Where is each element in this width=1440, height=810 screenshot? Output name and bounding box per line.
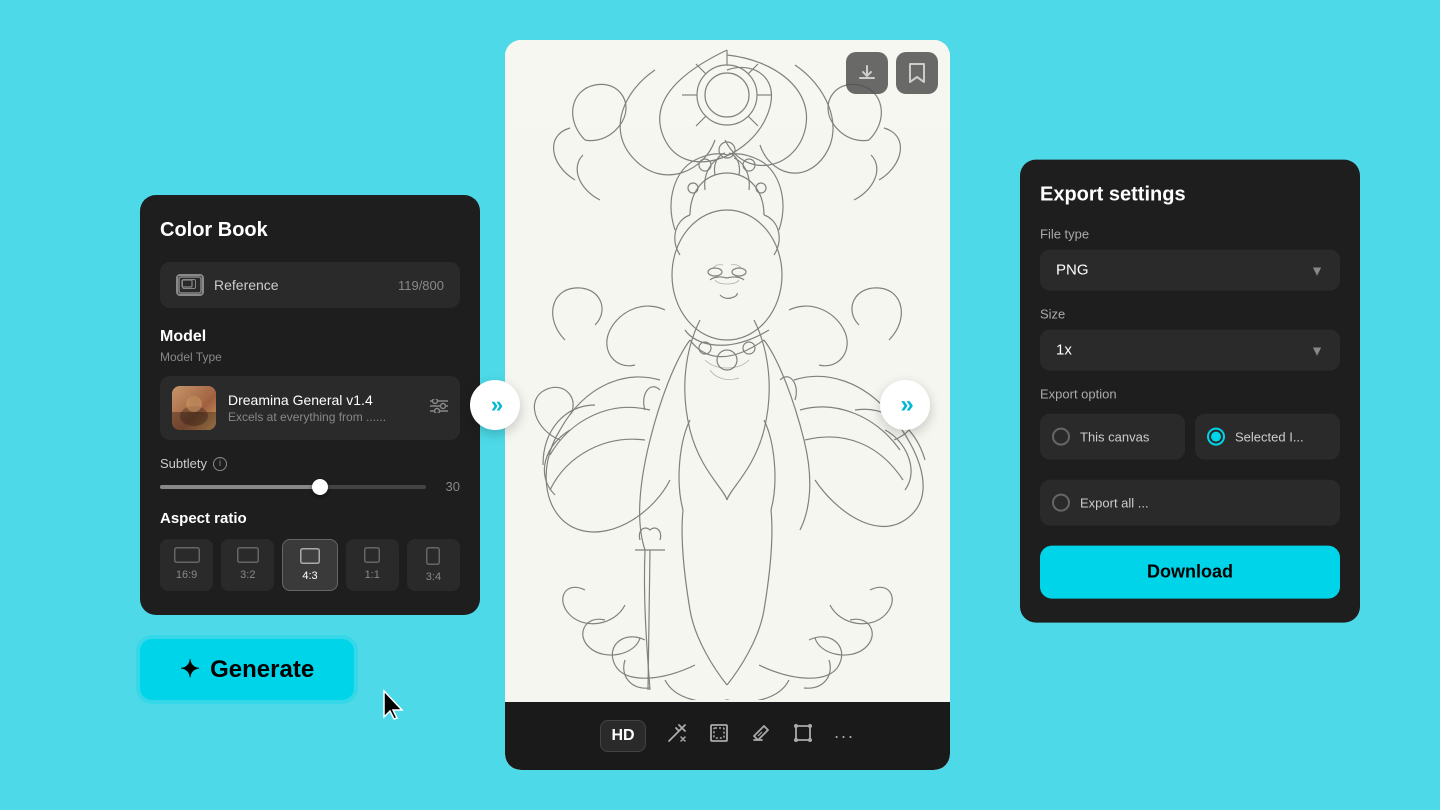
bookmark-top-btn[interactable] — [896, 52, 938, 94]
subtlety-slider[interactable]: 30 — [160, 479, 460, 494]
generate-label: Generate — [210, 656, 314, 684]
export-option-label: Export option — [1040, 387, 1340, 402]
wand-icon[interactable] — [666, 722, 688, 750]
model-row[interactable]: Dreamina General v1.4 Excels at everythi… — [160, 376, 460, 440]
right-arrow-icon: » — [900, 391, 909, 419]
canvas-top-bar — [846, 52, 938, 94]
model-info: Dreamina General v1.4 Excels at everythi… — [228, 392, 418, 424]
aspect-btn-3-4[interactable]: 3:4 — [407, 539, 460, 591]
export-option-all[interactable]: Export all ... — [1040, 480, 1340, 526]
radio-all[interactable] — [1052, 494, 1070, 512]
model-name: Dreamina General v1.4 — [228, 392, 418, 408]
generate-icon: ✦ — [180, 655, 200, 684]
size-label: Size — [1040, 307, 1340, 322]
hd-button[interactable]: HD — [600, 720, 645, 752]
subtlety-label: Subtlety i — [160, 456, 460, 471]
export-title: Export settings — [1040, 184, 1340, 207]
model-thumbnail — [172, 386, 216, 430]
option-label-all: Export all ... — [1080, 495, 1149, 510]
size-select[interactable]: 1x ▼ — [1040, 330, 1340, 371]
download-top-btn[interactable] — [846, 52, 888, 94]
aspect-label-16-9: 16:9 — [176, 569, 197, 581]
cursor-icon — [380, 689, 408, 730]
file-type-select[interactable]: PNG ▼ — [1040, 250, 1340, 291]
download-button[interactable]: Download — [1040, 546, 1340, 599]
aspect-btn-3-2[interactable]: 3:2 — [221, 539, 274, 591]
info-icon: i — [213, 457, 227, 471]
model-desc: Excels at everything from ...... — [228, 410, 418, 424]
left-arrow-button[interactable]: » — [470, 380, 520, 430]
reference-left: Reference — [176, 274, 279, 296]
radio-dot-selected — [1211, 432, 1221, 442]
slider-track[interactable] — [160, 485, 426, 489]
left-arrow-icon: » — [491, 392, 499, 418]
model-section-label: Model — [160, 328, 460, 346]
slider-thumb[interactable] — [312, 479, 328, 495]
canvas-artwork — [505, 40, 950, 700]
aspect-ratio-label: Aspect ratio — [160, 510, 460, 527]
radio-this-canvas[interactable] — [1052, 428, 1070, 446]
crop-icon[interactable] — [708, 722, 730, 750]
aspect-label-3-2: 3:2 — [240, 569, 255, 581]
subtlety-row: Subtlety i 30 — [160, 456, 460, 494]
main-container: Color Book Reference 119/800 Model Model… — [0, 0, 1440, 810]
canvas-image — [505, 40, 950, 700]
export-options-grid: This canvas Selected I... — [1040, 414, 1340, 460]
aspect-label-4-3: 4:3 — [302, 570, 317, 582]
slider-value: 30 — [436, 479, 460, 494]
generate-button[interactable]: ✦ Generate — [140, 639, 354, 700]
aspect-btn-1-1[interactable]: 1:1 — [346, 539, 399, 591]
export-option-selected[interactable]: Selected I... — [1195, 414, 1340, 460]
size-chevron: ▼ — [1310, 342, 1324, 358]
reference-label: Reference — [214, 277, 279, 293]
right-arrow-button[interactable]: » — [880, 380, 930, 430]
aspect-btn-16-9[interactable]: 16:9 — [160, 539, 213, 591]
file-type-value: PNG — [1056, 262, 1089, 279]
reference-count: 119/800 — [398, 278, 444, 293]
file-type-label: File type — [1040, 227, 1340, 242]
more-options-button[interactable]: ··· — [834, 726, 855, 747]
file-type-chevron: ▼ — [1310, 262, 1324, 278]
reference-box[interactable]: Reference 119/800 — [160, 262, 460, 308]
slider-fill — [160, 485, 320, 489]
left-panel: Color Book Reference 119/800 Model Model… — [140, 195, 480, 615]
right-panel: Export settings File type PNG ▼ Size 1x … — [1020, 160, 1360, 623]
model-settings-icon[interactable] — [430, 399, 448, 418]
size-value: 1x — [1056, 342, 1072, 359]
aspect-label-3-4: 3:4 — [426, 571, 441, 583]
model-section-sublabel: Model Type — [160, 350, 460, 364]
eraser-icon[interactable] — [750, 722, 772, 750]
aspect-btn-4-3[interactable]: 4:3 — [282, 539, 337, 591]
transform-icon[interactable] — [792, 722, 814, 750]
canvas-toolbar: HD — [505, 702, 950, 770]
reference-icon — [176, 274, 204, 296]
option-label-this-canvas: This canvas — [1080, 429, 1149, 444]
aspect-ratio-row: 16:9 3:2 4:3 1:1 3:4 — [160, 539, 460, 591]
radio-selected[interactable] — [1207, 428, 1225, 446]
option-label-selected: Selected I... — [1235, 429, 1304, 444]
export-option-this-canvas[interactable]: This canvas — [1040, 414, 1185, 460]
panel-title: Color Book — [160, 219, 460, 242]
aspect-label-1-1: 1:1 — [365, 569, 380, 581]
